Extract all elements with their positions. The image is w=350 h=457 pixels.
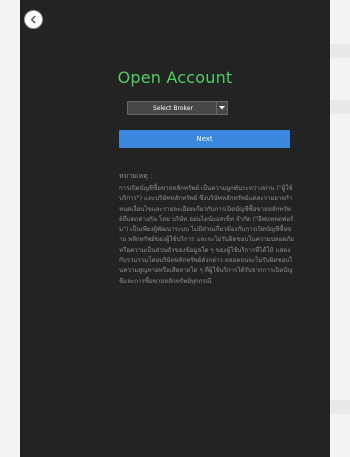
chevron-down-icon xyxy=(216,102,227,114)
right-margin-band xyxy=(330,400,350,414)
note-title: หมายเหตุ : xyxy=(119,172,153,180)
next-button[interactable]: Next xyxy=(119,130,290,148)
left-margin xyxy=(0,0,20,457)
page-title: Open Account xyxy=(117,68,233,87)
back-chevron-icon xyxy=(30,15,36,24)
right-margin-band xyxy=(330,44,350,58)
back-button[interactable] xyxy=(24,10,43,29)
right-margin xyxy=(330,0,350,457)
open-account-panel: Open Account Select Broker Next หมายเหตุ… xyxy=(20,0,330,457)
broker-select[interactable]: Select Broker xyxy=(127,101,228,115)
note-body: การเปิดบัญชีซื้อขายหลักทรัพย์ เป็นความผู… xyxy=(119,185,294,285)
right-margin-band xyxy=(330,100,350,114)
broker-select-label: Select Broker xyxy=(153,104,193,112)
